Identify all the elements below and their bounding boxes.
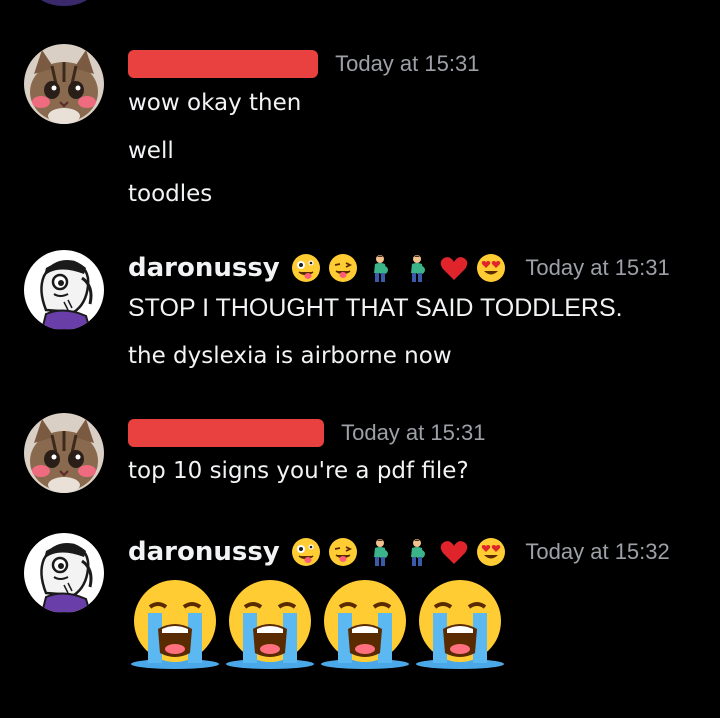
message-text: STOP I THOUGHT THAT SAID TODDLERS. xyxy=(128,294,623,322)
pregnant-man-icon xyxy=(402,537,432,567)
drawing-avatar-image xyxy=(24,250,104,330)
redacted-username xyxy=(128,50,318,78)
emoji-only-message xyxy=(128,575,503,670)
avatar[interactable] xyxy=(24,533,104,613)
message-text: wow okay then xyxy=(128,90,302,116)
redacted-username xyxy=(128,419,324,447)
avatar[interactable] xyxy=(24,413,104,493)
red-heart-icon xyxy=(439,253,469,283)
timestamp[interactable]: Today at 15:32 xyxy=(525,539,669,564)
loudly-crying-face-icon[interactable] xyxy=(128,575,222,669)
message-header: Today at 15:31 xyxy=(128,419,485,455)
message-header: daronussy Today at 15:31 xyxy=(128,253,670,289)
cat-avatar-image xyxy=(24,44,104,124)
cat-avatar-image xyxy=(24,413,104,493)
avatar[interactable] xyxy=(24,44,104,124)
loudly-crying-face-icon[interactable] xyxy=(223,575,317,669)
username[interactable]: daronussy xyxy=(128,253,280,283)
message-text: toodles xyxy=(128,181,213,207)
loudly-crying-face-icon[interactable] xyxy=(318,575,412,669)
avatar[interactable] xyxy=(24,250,104,330)
message-text: top 10 signs you're a pdf file? xyxy=(128,458,469,484)
winking-tongue-face-icon xyxy=(328,253,358,283)
zany-face-icon xyxy=(291,537,321,567)
timestamp[interactable]: Today at 15:31 xyxy=(525,255,669,280)
drawing-avatar-image xyxy=(24,533,104,613)
timestamp[interactable]: Today at 15:31 xyxy=(335,51,479,76)
pregnant-man-icon xyxy=(365,537,395,567)
loudly-crying-face-icon[interactable] xyxy=(413,575,507,669)
previous-message-avatar-edge xyxy=(34,0,94,6)
heart-eyes-face-icon xyxy=(476,253,506,283)
timestamp[interactable]: Today at 15:31 xyxy=(341,420,485,445)
zany-face-icon xyxy=(291,253,321,283)
username-emoji-badges xyxy=(291,253,508,283)
username-emoji-badges xyxy=(291,537,508,567)
winking-tongue-face-icon xyxy=(328,537,358,567)
pregnant-man-icon xyxy=(365,253,395,283)
username[interactable]: daronussy xyxy=(128,537,280,567)
message-text: the dyslexia is airborne now xyxy=(128,343,452,369)
heart-eyes-face-icon xyxy=(476,537,506,567)
red-heart-icon xyxy=(439,537,469,567)
message-header: Today at 15:31 xyxy=(128,50,479,86)
pregnant-man-icon xyxy=(402,253,432,283)
message-header: daronussy Today at 15:32 xyxy=(128,537,670,573)
message-text: well xyxy=(128,138,174,164)
